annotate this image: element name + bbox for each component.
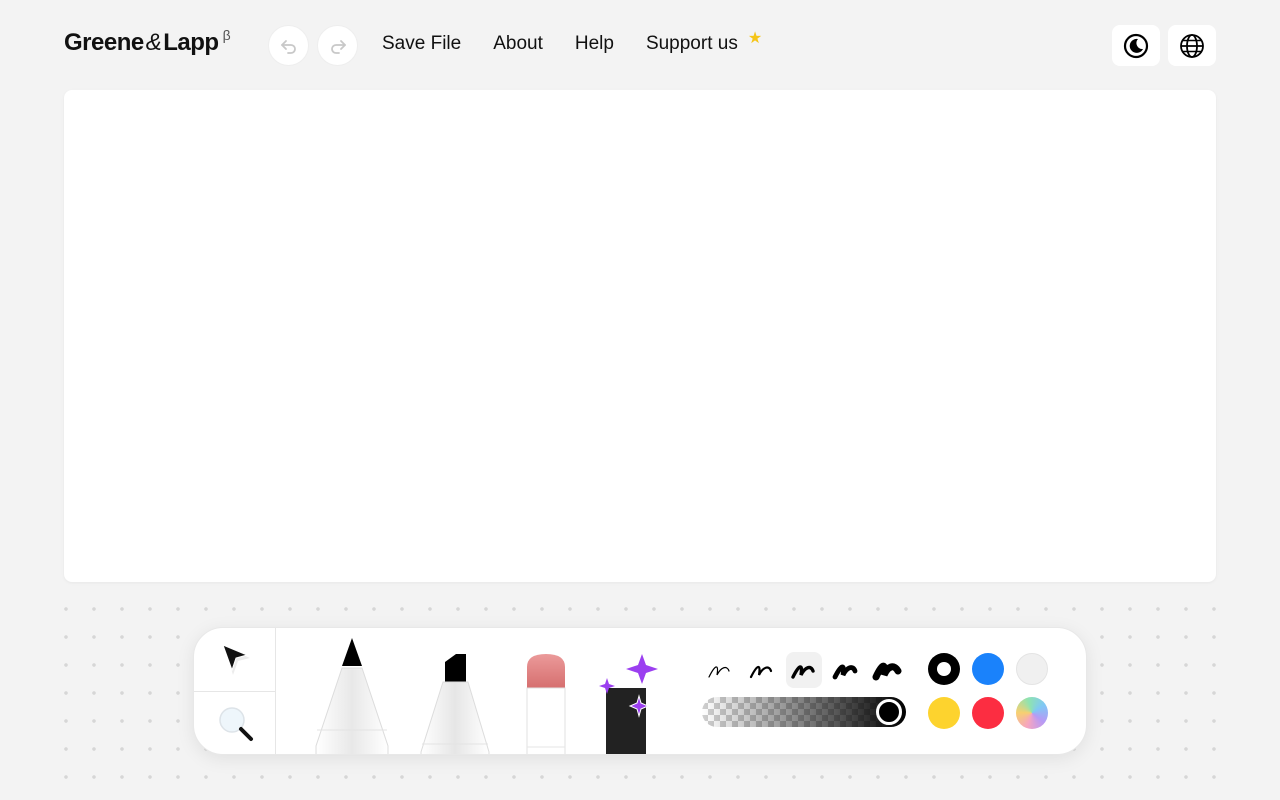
magic-icon bbox=[599, 654, 658, 754]
select-tool[interactable] bbox=[218, 642, 254, 683]
color-swatch-white[interactable] bbox=[1016, 653, 1048, 685]
navigation-tools bbox=[194, 628, 276, 754]
logo-text-lapp: Lapp bbox=[163, 29, 219, 56]
drawing-canvas[interactable] bbox=[64, 90, 1216, 582]
stroke-size-picker bbox=[702, 650, 906, 690]
pencil-tool[interactable] bbox=[314, 636, 390, 754]
redo-button[interactable] bbox=[317, 25, 358, 66]
selected-ring bbox=[937, 662, 951, 676]
magic-tool[interactable] bbox=[598, 652, 662, 754]
nav-save-file[interactable]: Save File bbox=[382, 33, 461, 55]
logo-text-greene: Greene bbox=[64, 29, 144, 56]
star-icon: ★ bbox=[747, 30, 763, 47]
stroke-size-5-icon bbox=[872, 662, 902, 681]
drawing-toolbar bbox=[193, 627, 1087, 755]
color-swatch-yellow[interactable] bbox=[928, 697, 960, 729]
logo-ampersand: & bbox=[145, 29, 162, 56]
stroke-size-5[interactable] bbox=[870, 652, 906, 688]
magnifier-icon bbox=[219, 707, 253, 741]
language-button[interactable] bbox=[1168, 25, 1216, 66]
color-swatch-blue[interactable] bbox=[972, 653, 1004, 685]
pencil-icon bbox=[315, 638, 389, 754]
zoom-tool[interactable] bbox=[216, 704, 256, 749]
undo-icon bbox=[280, 39, 296, 54]
top-nav: Save File About Help Support us ★ bbox=[382, 30, 794, 55]
select-arrow-icon bbox=[222, 644, 250, 675]
theme-toggle-button[interactable] bbox=[1112, 25, 1160, 66]
stroke-size-4-icon bbox=[832, 664, 858, 680]
stroke-size-4[interactable] bbox=[828, 652, 864, 688]
app-logo: Greene & Lapp β bbox=[64, 27, 231, 59]
marker-icon bbox=[420, 654, 490, 754]
stroke-size-2-icon bbox=[749, 665, 773, 679]
stroke-size-2[interactable] bbox=[744, 652, 780, 688]
stroke-size-3[interactable] bbox=[786, 652, 822, 688]
globe-icon bbox=[1180, 33, 1204, 58]
redo-icon bbox=[330, 39, 346, 54]
nav-support-us-label: Support us bbox=[645, 33, 738, 54]
undo-button[interactable] bbox=[268, 25, 309, 66]
color-swatch-black[interactable] bbox=[928, 653, 960, 685]
nav-about[interactable]: About bbox=[493, 33, 543, 55]
tool-divider bbox=[194, 691, 276, 692]
stroke-size-1-icon bbox=[708, 666, 730, 678]
moon-icon bbox=[1123, 33, 1149, 58]
stroke-size-3-icon bbox=[791, 665, 815, 679]
color-swatch-red[interactable] bbox=[972, 697, 1004, 729]
nav-support-us[interactable]: Support us ★ bbox=[645, 30, 794, 55]
marker-tool[interactable] bbox=[419, 652, 491, 754]
eraser-icon bbox=[526, 654, 566, 754]
stroke-size-1[interactable] bbox=[702, 652, 738, 688]
opacity-slider-thumb[interactable] bbox=[876, 699, 902, 725]
color-swatch-custom[interactable] bbox=[1016, 697, 1048, 729]
eraser-tool[interactable] bbox=[526, 653, 566, 754]
nav-help[interactable]: Help bbox=[575, 33, 614, 55]
beta-badge: β bbox=[222, 27, 231, 43]
